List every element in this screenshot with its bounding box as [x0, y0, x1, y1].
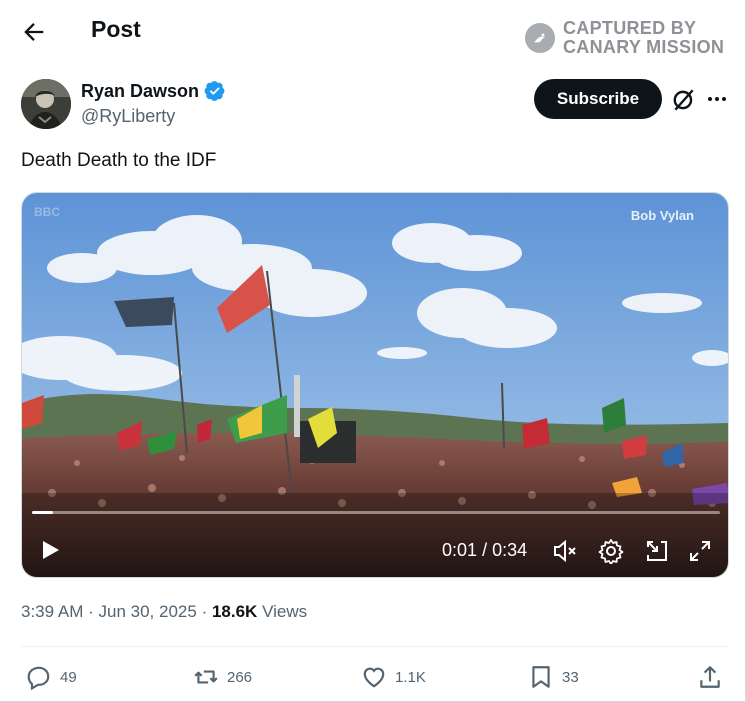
verified-badge-icon: [204, 81, 225, 101]
bookmark-button[interactable]: 33: [528, 664, 579, 690]
reply-icon: [27, 666, 50, 690]
like-count: 1.1K: [395, 668, 426, 686]
repost-icon: [194, 670, 218, 684]
post-time[interactable]: 3:39 AM: [21, 602, 83, 621]
share-icon: [700, 666, 720, 688]
current-time: 0:01: [442, 540, 478, 560]
video-progress-bar[interactable]: [32, 511, 720, 514]
author-handle[interactable]: @RyLiberty: [81, 106, 175, 127]
video-player[interactable]: BBC Bob Vylan 0:01 / 0:34: [21, 192, 729, 578]
canary-mission-watermark: CAPTURED BY CANARY MISSION: [525, 19, 724, 57]
bookmark-count: 33: [562, 668, 579, 686]
watermark-line1: CAPTURED BY: [563, 18, 697, 38]
broadcaster-watermark: BBC: [34, 205, 60, 219]
like-button[interactable]: 1.1K: [361, 664, 426, 690]
duration: 0:34: [492, 540, 528, 560]
fullscreen-icon[interactable]: [687, 538, 713, 564]
gear-icon[interactable]: [598, 538, 624, 564]
play-icon[interactable]: [38, 538, 62, 562]
divider: [21, 646, 729, 647]
grok-icon[interactable]: [671, 87, 697, 113]
share-button[interactable]: [697, 664, 723, 690]
meta-dot: ·: [201, 602, 208, 621]
video-overlay-label: Bob Vylan: [630, 208, 694, 223]
meta-dot: ·: [88, 602, 94, 621]
time-separator: /: [482, 540, 488, 560]
video-progress-fill: [32, 511, 53, 514]
repost-button[interactable]: 266: [193, 664, 252, 690]
author-name[interactable]: Ryan Dawson: [81, 80, 226, 102]
reply-button[interactable]: 49: [26, 664, 77, 690]
arrow-left-icon[interactable]: [20, 18, 48, 46]
views-label: Views: [262, 602, 308, 621]
bookmark-icon: [532, 666, 550, 688]
video-time: 0:01 / 0:34: [442, 540, 527, 561]
author-name-text: Ryan Dawson: [81, 80, 200, 101]
post-page: Post CAPTURED BY CANARY MISSION Ryan Daw…: [0, 0, 746, 702]
tweet-text: Death Death to the IDF: [21, 150, 217, 171]
reply-count: 49: [60, 668, 77, 686]
canary-logo-icon: [525, 23, 555, 53]
subscribe-button[interactable]: Subscribe: [534, 79, 662, 119]
views-count: 18.6K: [211, 602, 258, 621]
post-meta: 3:39 AM · Jun 30, 2025 · 18.6K Views: [21, 602, 307, 622]
picture-in-picture-icon[interactable]: [644, 538, 670, 564]
festival-crowd-video-frame: [22, 193, 728, 577]
heart-icon: [363, 667, 385, 688]
watermark-line2: CANARY MISSION: [563, 37, 725, 57]
page-title: Post: [91, 16, 141, 42]
repost-count: 266: [227, 668, 253, 686]
mute-icon[interactable]: [552, 538, 578, 564]
post-date[interactable]: Jun 30, 2025: [99, 602, 197, 621]
more-icon[interactable]: [705, 87, 729, 111]
avatar[interactable]: [21, 79, 71, 129]
